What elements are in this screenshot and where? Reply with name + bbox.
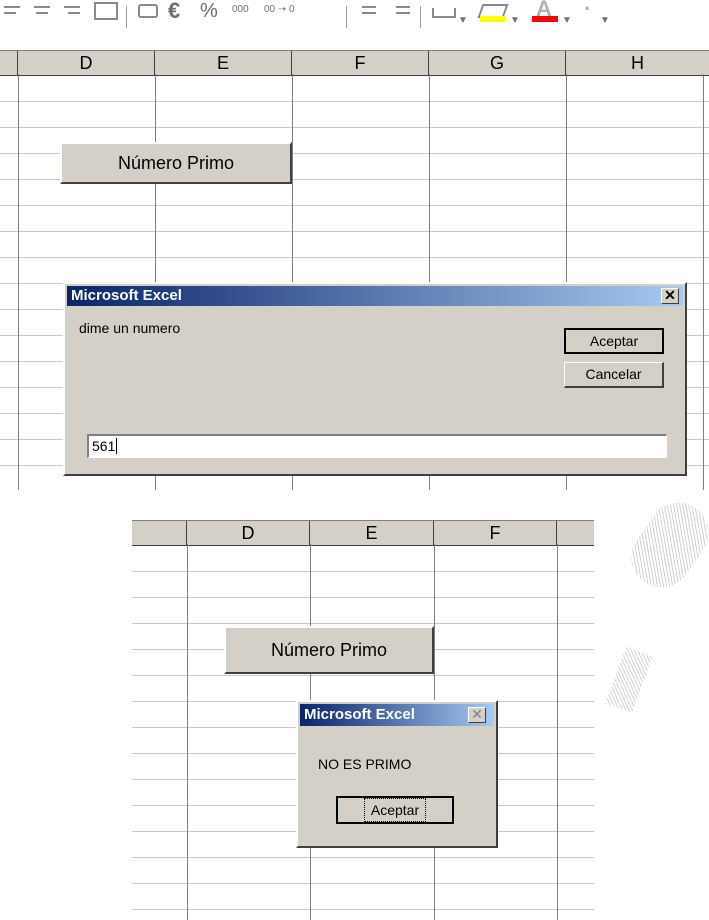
column-header-d[interactable]: D <box>187 521 310 545</box>
column-header-e[interactable]: E <box>155 51 292 75</box>
dialog-prompt: dime un numero <box>79 320 181 336</box>
message-dialog: Microsoft Excel ✕ NO ES PRIMO Aceptar <box>296 700 498 848</box>
toolbar-overflow-icon[interactable]: · ▼ <box>580 0 620 32</box>
fill-color-swatch <box>480 16 506 22</box>
dialog-title: Microsoft Excel <box>71 287 182 304</box>
euro-icon[interactable]: € <box>168 0 190 32</box>
column-header-f[interactable]: F <box>434 521 557 545</box>
percent-icon[interactable]: % <box>200 1 222 32</box>
column-header-h[interactable]: H <box>566 51 709 75</box>
column-header-d[interactable]: D <box>18 51 155 75</box>
text-cursor <box>116 438 118 454</box>
borders-icon[interactable]: ▼ <box>430 2 470 32</box>
fill-color-icon[interactable]: ▼ <box>477 2 522 32</box>
align-right-icon[interactable] <box>62 2 84 32</box>
formatting-toolbar: € % 000 00 ➝ 0 ▼ ▼ A ▼ · ▼ <box>0 0 709 40</box>
merge-center-icon[interactable] <box>92 2 118 32</box>
indent-increase-icon[interactable] <box>388 2 412 32</box>
column-header-row: D E F <box>132 520 594 546</box>
column-header-g[interactable]: G <box>429 51 566 75</box>
numero-primo-button[interactable]: Número Primo <box>60 142 292 184</box>
accept-button-label: Aceptar <box>363 798 427 822</box>
decimal-icon[interactable]: 00 ➝ 0 <box>264 2 338 32</box>
close-icon[interactable]: ✕ <box>661 288 679 304</box>
toolbar-separator <box>346 6 347 28</box>
column-header-row: D E F G H <box>0 50 709 76</box>
dialog-title: Microsoft Excel <box>304 706 415 723</box>
toolbar-separator <box>126 6 127 28</box>
align-left-icon[interactable] <box>2 2 24 32</box>
column-header-c[interactable] <box>132 521 187 545</box>
number-input-value: 561 <box>92 438 116 454</box>
column-header-e[interactable]: E <box>310 521 434 545</box>
input-dialog: Microsoft Excel ✕ dime un numero Aceptar… <box>63 282 687 476</box>
font-color-swatch <box>532 16 558 22</box>
currency-icon[interactable] <box>134 2 160 32</box>
dialog-titlebar[interactable]: Microsoft Excel ✕ <box>300 704 494 726</box>
number-input[interactable]: 561 <box>87 434 667 458</box>
numero-primo-button[interactable]: Número Primo <box>224 626 434 674</box>
close-icon[interactable]: ✕ <box>468 707 486 723</box>
accept-button[interactable]: Aceptar <box>336 796 454 824</box>
toolbar-separator <box>420 6 421 28</box>
watermark <box>605 647 653 713</box>
cancel-button[interactable]: Cancelar <box>564 362 664 388</box>
column-header-c[interactable] <box>0 51 18 75</box>
column-header-f[interactable]: F <box>292 51 429 75</box>
dialog-titlebar[interactable]: Microsoft Excel ✕ <box>67 286 683 306</box>
watermark <box>619 490 709 600</box>
dialog-message: NO ES PRIMO <box>318 756 412 772</box>
thousands-icon[interactable]: 000 <box>232 2 262 32</box>
accept-button[interactable]: Aceptar <box>564 328 664 354</box>
column-header-g[interactable] <box>557 521 594 545</box>
indent-decrease-icon[interactable] <box>354 2 378 32</box>
font-color-icon[interactable]: A ▼ <box>530 0 574 32</box>
align-center-icon[interactable] <box>32 2 54 32</box>
